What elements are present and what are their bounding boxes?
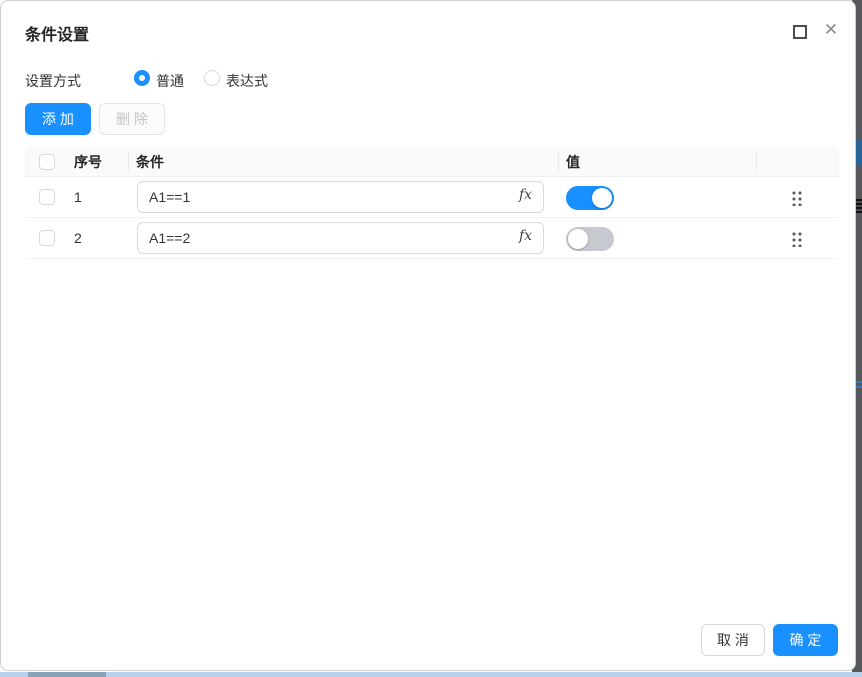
header-divider — [756, 152, 757, 172]
radio-normal-label[interactable]: 普通 — [156, 71, 184, 91]
condition-input[interactable] — [137, 222, 544, 254]
delete-button[interactable]: 删 除 — [99, 103, 165, 135]
cancel-button[interactable]: 取 消 — [701, 624, 765, 656]
header-value: 值 — [566, 154, 580, 170]
maximize-icon[interactable] — [793, 25, 807, 39]
row-index: 1 — [74, 189, 82, 205]
radio-normal[interactable] — [134, 70, 150, 86]
value-toggle-off[interactable] — [566, 227, 614, 251]
radio-dot — [139, 75, 145, 81]
table-header: 序号 条件 值 — [25, 147, 839, 177]
header-index: 序号 — [74, 154, 102, 170]
screen: 条件设置 ✕ 设置方式 普通 表达式 添 加 删 除 序号 条件 值 1 fx — [0, 0, 862, 677]
table-row: 1 fx — [25, 177, 839, 218]
select-all-checkbox[interactable] — [39, 154, 55, 170]
row-checkbox[interactable] — [39, 189, 55, 205]
dialog-title: 条件设置 — [25, 27, 90, 44]
radio-expression[interactable] — [204, 70, 220, 86]
radio-expression-label[interactable]: 表达式 — [226, 71, 268, 91]
close-icon[interactable]: ✕ — [821, 20, 841, 40]
background-bottom-highlight — [0, 672, 862, 677]
fx-icon[interactable]: fx — [519, 229, 532, 243]
condition-input[interactable] — [137, 181, 544, 213]
mode-label: 设置方式 — [25, 73, 81, 89]
add-button[interactable]: 添 加 — [25, 103, 91, 135]
drag-handle-icon[interactable] — [791, 231, 802, 247]
ok-button[interactable]: 确 定 — [773, 624, 838, 656]
toggle-knob — [568, 229, 588, 249]
background-bottom-highlight-dark — [28, 672, 106, 677]
header-condition: 条件 — [136, 154, 164, 170]
value-toggle-on[interactable] — [566, 186, 614, 210]
fx-icon[interactable]: fx — [519, 188, 532, 202]
drag-handle-icon[interactable] — [791, 190, 802, 206]
condition-settings-dialog: 条件设置 ✕ 设置方式 普通 表达式 添 加 删 除 序号 条件 值 1 fx — [0, 0, 856, 671]
header-divider — [128, 152, 129, 172]
row-index: 2 — [74, 230, 82, 246]
table-row: 2 fx — [25, 218, 839, 259]
toggle-knob — [592, 188, 612, 208]
row-checkbox[interactable] — [39, 230, 55, 246]
header-divider — [558, 152, 559, 172]
